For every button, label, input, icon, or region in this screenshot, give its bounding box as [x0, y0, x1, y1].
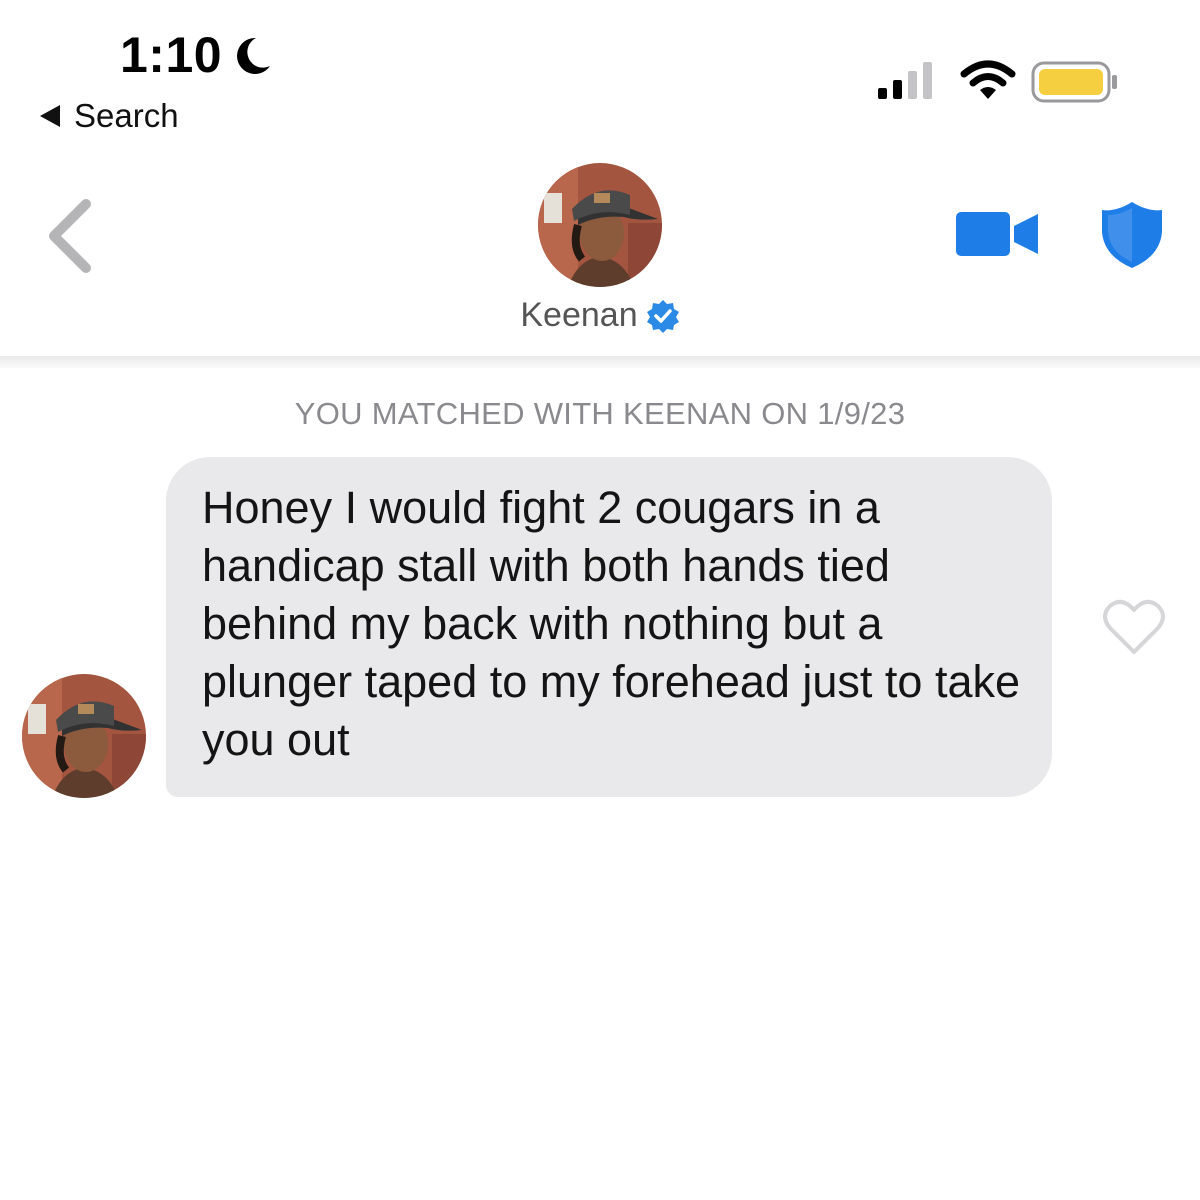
wifi-icon — [960, 60, 1016, 99]
shield-icon[interactable] — [1100, 200, 1164, 270]
match-banner: YOU MATCHED WITH KEENAN ON 1/9/23 — [294, 396, 906, 431]
video-call-icon[interactable] — [954, 206, 1040, 262]
back-to-search-label: Search — [74, 97, 179, 134]
back-triangle-icon — [40, 105, 60, 127]
verified-icon — [646, 299, 679, 333]
signal-icon — [878, 62, 932, 99]
battery-icon — [1031, 61, 1117, 103]
chevron-left-icon[interactable] — [36, 196, 106, 276]
status-time: 1:10 — [120, 27, 223, 83]
message-bubble[interactable]: Honey I would fight 2 cougars in a handi… — [166, 457, 1052, 797]
heart-icon[interactable] — [1102, 598, 1166, 656]
back-to-search-button[interactable]: Search — [38, 96, 179, 136]
profile-name-row[interactable]: Keenan — [0, 296, 1200, 335]
header-divider — [0, 356, 1200, 368]
message-sender-avatar[interactable] — [22, 674, 146, 798]
chat-screen: 1:10 Search Keenan YOU MATCHED WITH KEEN… — [0, 0, 1200, 1200]
profile-avatar[interactable] — [538, 163, 662, 287]
profile-name: Keenan — [520, 296, 638, 334]
moon-icon — [237, 37, 270, 74]
